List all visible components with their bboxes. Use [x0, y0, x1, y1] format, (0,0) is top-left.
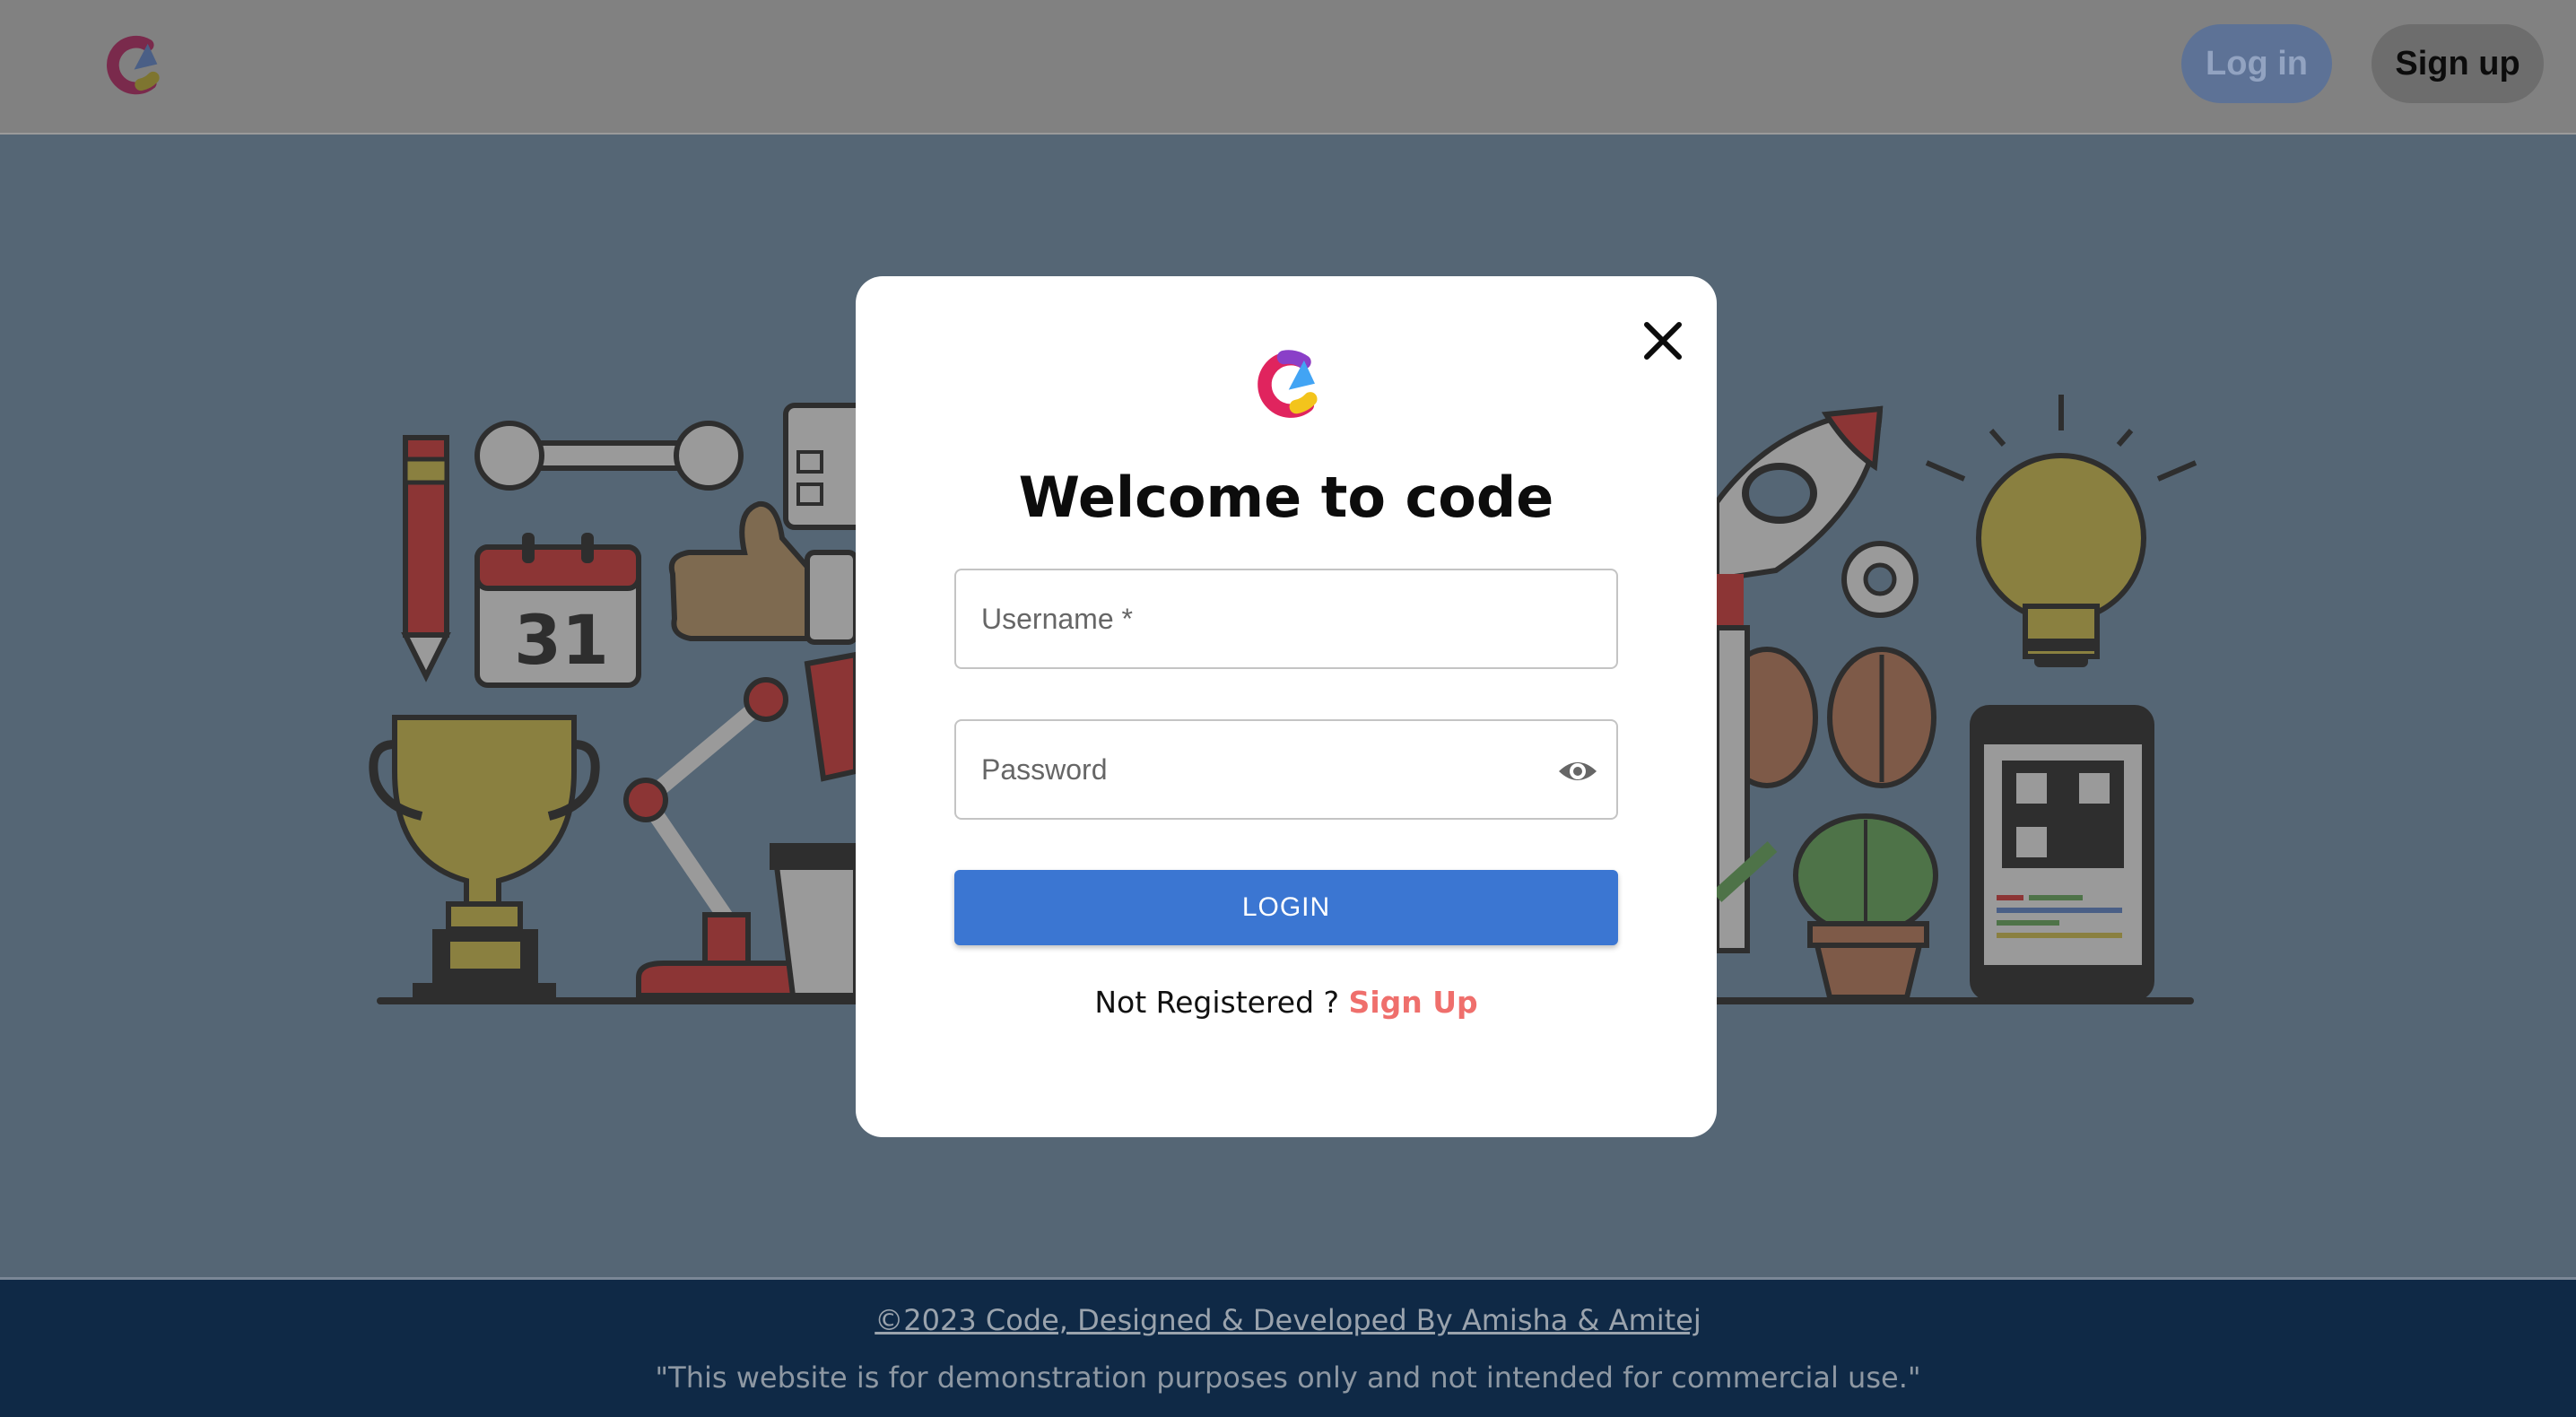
password-field-container — [954, 719, 1618, 820]
signup-link[interactable]: Sign Up — [1349, 985, 1478, 1020]
light-bulb-icon — [1925, 395, 2197, 667]
footer: ©2023 Code, Designed & Developed By Amis… — [0, 1277, 2576, 1417]
top-navbar: Log in Sign up — [0, 0, 2576, 135]
calendar-icon: 31 — [474, 533, 641, 688]
brain-icon — [1716, 647, 1936, 788]
username-field-container — [954, 569, 1618, 669]
password-input[interactable] — [956, 721, 1616, 818]
pencil-icon — [401, 435, 451, 682]
footer-disclaimer: "This website is for demonstration purpo… — [655, 1360, 1921, 1395]
cactus-icon — [1793, 813, 1938, 1000]
footer-credit-link[interactable]: ©2023 Code, Designed & Developed By Amis… — [0, 1303, 2576, 1337]
code-logo-icon — [1258, 350, 1318, 418]
not-registered-text: Not Registered ? — [1094, 985, 1349, 1020]
code-logo-icon[interactable] — [99, 29, 167, 97]
trophy-icon — [369, 715, 600, 999]
close-icon[interactable] — [1638, 316, 1688, 366]
eye-icon[interactable] — [1557, 753, 1598, 789]
gear-icon — [1841, 541, 1919, 618]
calendar-day-text: 31 — [514, 600, 609, 680]
register-prompt: Not Registered ? Sign Up — [856, 985, 1717, 1020]
login-button[interactable]: LOGIN — [954, 870, 1618, 945]
username-input[interactable] — [956, 570, 1616, 667]
wrench-icon — [474, 421, 744, 491]
phone-qr-icon — [1970, 705, 2154, 1001]
modal-title: Welcome to code — [1018, 465, 1554, 530]
login-modal: Welcome to code LOGIN Not Registered ? S… — [856, 276, 1717, 1137]
header-login-button[interactable]: Log in — [2181, 24, 2332, 103]
header-signup-button[interactable]: Sign up — [2371, 24, 2544, 103]
